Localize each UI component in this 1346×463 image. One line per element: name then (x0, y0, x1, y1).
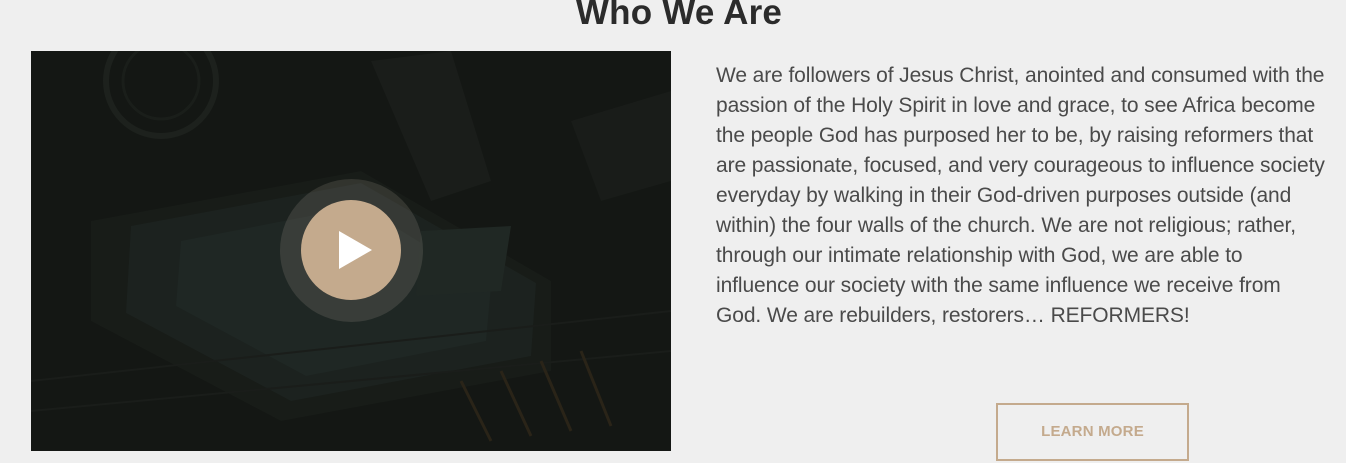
about-paragraph: We are followers of Jesus Christ, anoint… (716, 64, 1325, 327)
video-player[interactable] (31, 51, 671, 451)
section-title: Who We Are (575, 0, 783, 32)
play-icon (339, 231, 372, 269)
play-button-circle[interactable] (301, 200, 401, 300)
play-button[interactable] (280, 179, 423, 322)
learn-more-button[interactable]: LEARN MORE (996, 403, 1189, 461)
